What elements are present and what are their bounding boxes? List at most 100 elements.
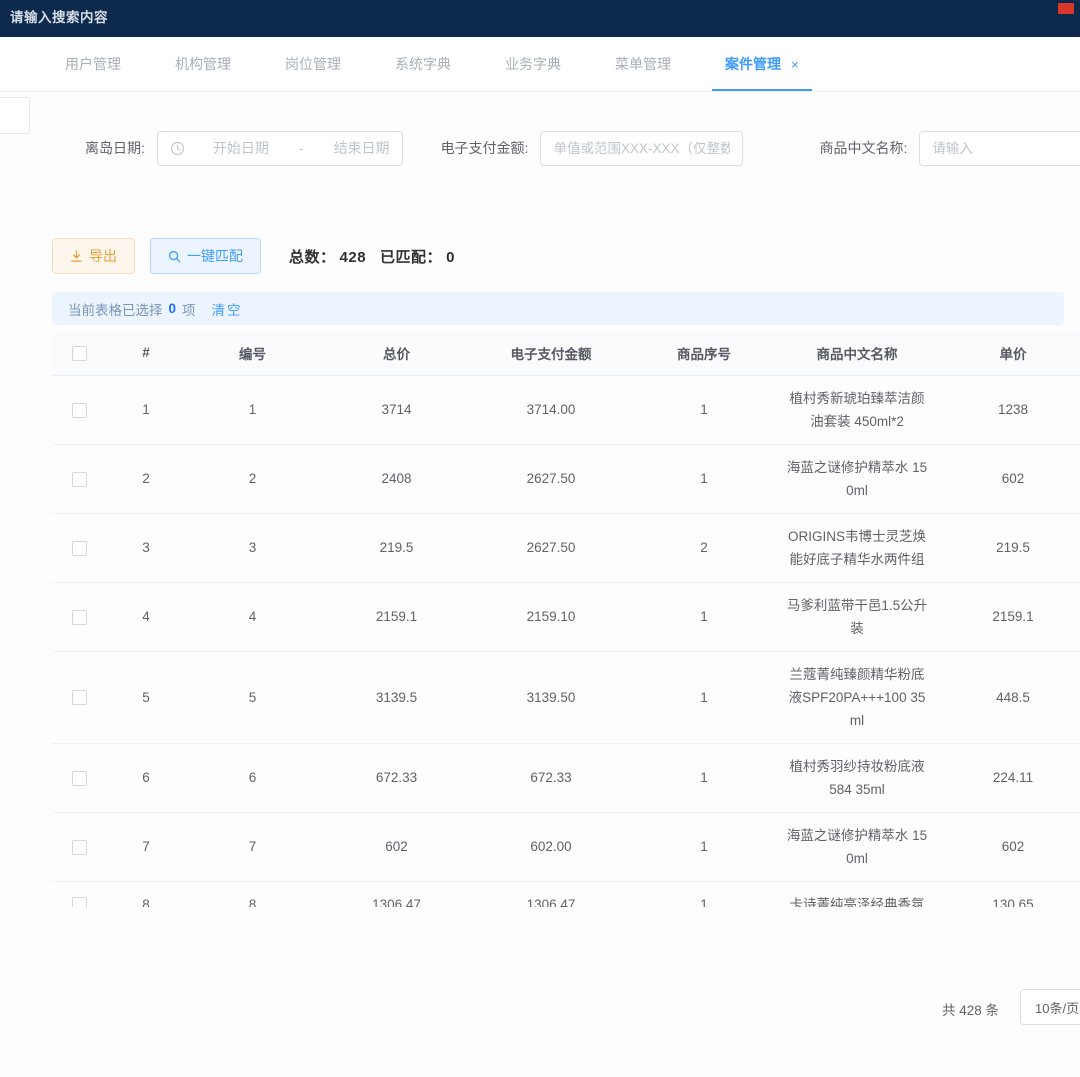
- row-select-cell: [52, 444, 106, 513]
- product-name-label: 商品中文名称:: [819, 138, 907, 158]
- cell-epay-amount: 3714.00: [474, 375, 628, 444]
- cell-total-price: 3714: [319, 375, 474, 444]
- row-checkbox[interactable]: [72, 771, 87, 786]
- cell-total-price: 1306.47: [319, 881, 474, 907]
- cell-unit-price: 2159.1: [934, 582, 1080, 651]
- toolbar: 导出 一键匹配 总数：428已匹配：0: [52, 238, 1080, 274]
- tab-menus[interactable]: 菜单管理: [588, 37, 698, 91]
- tab-label: 案件管理: [725, 54, 781, 74]
- column-header-unit-price: 单价: [934, 331, 1080, 375]
- cell-product-name: 植村秀新琥珀臻萃洁颜油套装 450ml*2: [780, 375, 934, 444]
- row-checkbox[interactable]: [72, 541, 87, 556]
- cell-index: 6: [106, 743, 186, 812]
- export-button-label: 导出: [89, 246, 117, 266]
- total-label: 总数：: [289, 249, 336, 266]
- row-select-cell: [52, 582, 106, 651]
- cell-unit-price: 130.65: [934, 881, 1080, 907]
- cell-epay-amount: 3139.50: [474, 651, 628, 743]
- date-range-separator: -: [299, 140, 304, 156]
- cell-product-name: 卡诗菁纯亮泽经典香氛: [780, 881, 934, 907]
- end-date-placeholder[interactable]: 结束日期: [334, 138, 390, 158]
- selection-suffix: 项: [182, 299, 196, 319]
- product-name-input[interactable]: [919, 131, 1080, 166]
- cropped-side-panel: [0, 97, 30, 134]
- cell-total-price: 3139.5: [319, 651, 474, 743]
- tab-system-dict[interactable]: 系统字典: [368, 37, 478, 91]
- cell-epay-amount: 2627.50: [474, 513, 628, 582]
- tab-label: 机构管理: [175, 54, 231, 74]
- selection-count: 0: [169, 301, 177, 316]
- tab-positions[interactable]: 岗位管理: [258, 37, 368, 91]
- notification-badge: [1058, 3, 1074, 14]
- select-all-checkbox[interactable]: [72, 346, 87, 361]
- cell-index: 8: [106, 881, 186, 907]
- table-row: 1137143714.001植村秀新琥珀臻萃洁颜油套装 450ml*21238: [52, 375, 1080, 444]
- cell-index: 4: [106, 582, 186, 651]
- cell-total-price: 2159.1: [319, 582, 474, 651]
- cell-code: 2: [186, 444, 319, 513]
- cell-code: 3: [186, 513, 319, 582]
- export-button[interactable]: 导出: [52, 238, 135, 274]
- cell-index: 5: [106, 651, 186, 743]
- table-row: 553139.53139.501兰蔻菁纯臻颜精华粉底液SPF20PA+++100…: [52, 651, 1080, 743]
- table-row: 77602602.001海蓝之谜修护精萃水 150ml602: [52, 812, 1080, 881]
- row-checkbox[interactable]: [72, 897, 87, 907]
- global-search-input[interactable]: 请输入搜索内容: [0, 0, 108, 26]
- download-icon: [70, 250, 83, 263]
- tab-cases[interactable]: 案件管理 ×: [698, 37, 826, 91]
- select-all-header-cell: [52, 331, 106, 375]
- selection-prefix: 当前表格已选择: [68, 299, 163, 319]
- row-select-cell: [52, 743, 106, 812]
- row-checkbox[interactable]: [72, 840, 87, 855]
- row-select-cell: [52, 513, 106, 582]
- cell-code: 1: [186, 375, 319, 444]
- depart-date-range-picker[interactable]: 开始日期 - 结束日期: [157, 131, 403, 166]
- cell-item-seq: 1: [628, 812, 780, 881]
- tab-label: 系统字典: [395, 54, 451, 74]
- tab-orgs[interactable]: 机构管理: [148, 37, 258, 91]
- clear-selection-link[interactable]: 清空: [212, 299, 243, 319]
- cell-product-name: 马爹利蓝带干邑1.5公升装: [780, 582, 934, 651]
- row-checkbox[interactable]: [72, 472, 87, 487]
- cell-product-name: ORIGINS韦博士灵芝焕能好底子精华水两件组: [780, 513, 934, 582]
- cell-item-seq: 1: [628, 375, 780, 444]
- row-checkbox[interactable]: [72, 610, 87, 625]
- app-root: 请输入搜索内容 用户管理 机构管理 岗位管理 系统字典 业务字典菜单管理 案件管理 × 离岛…: [0, 0, 1080, 1077]
- matched-label: 已匹配：: [380, 249, 442, 266]
- cell-unit-price: 219.5: [934, 513, 1080, 582]
- data-table-container: #编号总价电子支付金额商品序号商品中文名称单价 1137143714.001植村…: [52, 331, 1080, 907]
- cell-code: 6: [186, 743, 319, 812]
- cell-epay-amount: 672.33: [474, 743, 628, 812]
- page-size-select[interactable]: 10条/页: [1020, 989, 1080, 1025]
- tab-business-dict[interactable]: 业务字典: [478, 37, 588, 91]
- table-row: 2224082627.501海蓝之谜修护精萃水 150ml602: [52, 444, 1080, 513]
- table-row: 66672.33672.331植村秀羽纱持妆粉底液584 35ml224.11: [52, 743, 1080, 812]
- cell-item-seq: 1: [628, 651, 780, 743]
- search-icon: [168, 250, 181, 263]
- row-checkbox[interactable]: [72, 403, 87, 418]
- cell-code: 4: [186, 582, 319, 651]
- cell-product-name: 海蓝之谜修护精萃水 150ml: [780, 444, 934, 513]
- cell-index: 1: [106, 375, 186, 444]
- table-header-row: #编号总价电子支付金额商品序号商品中文名称单价: [52, 331, 1080, 375]
- cell-code: 7: [186, 812, 319, 881]
- depart-date-label: 离岛日期:: [85, 138, 145, 158]
- cell-unit-price: 1238: [934, 375, 1080, 444]
- cell-unit-price: 224.11: [934, 743, 1080, 812]
- tab-close-icon[interactable]: ×: [791, 57, 799, 72]
- cell-unit-price: 602: [934, 812, 1080, 881]
- tab-users[interactable]: 用户管理: [38, 37, 148, 91]
- row-select-cell: [52, 651, 106, 743]
- one-click-match-button[interactable]: 一键匹配: [150, 238, 261, 274]
- cell-total-price: 219.5: [319, 513, 474, 582]
- epay-amount-input[interactable]: [540, 131, 743, 166]
- row-checkbox[interactable]: [72, 690, 87, 705]
- match-stats: 总数：428已匹配：0: [289, 246, 469, 267]
- cell-epay-amount: 2159.10: [474, 582, 628, 651]
- tab-bar: 用户管理 机构管理 岗位管理 系统字典 业务字典菜单管理 案件管理 ×: [0, 37, 1080, 92]
- column-header-index: #: [106, 331, 186, 375]
- start-date-placeholder[interactable]: 开始日期: [213, 138, 269, 158]
- column-header-epay-amount: 电子支付金额: [474, 331, 628, 375]
- tab-label: 岗位管理: [285, 54, 341, 74]
- row-select-cell: [52, 812, 106, 881]
